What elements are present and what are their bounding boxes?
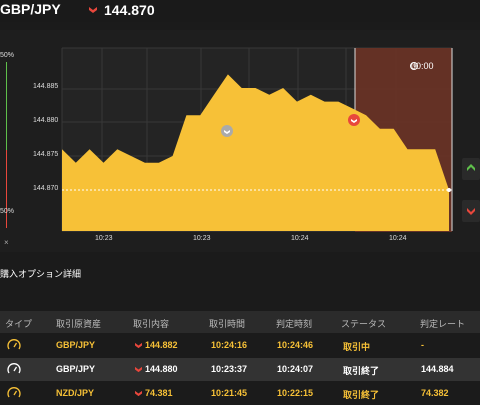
cell-status: 取引終了 [343, 390, 380, 400]
marker-gray [221, 125, 233, 137]
down-arrow-icon [467, 208, 475, 215]
side-bottom-pct: 50% [0, 208, 15, 215]
th-asset: 取引原資産 [56, 319, 102, 329]
y-tick-1: 144.885 [33, 83, 59, 90]
cell-rate: 144.884 [421, 364, 454, 374]
cell-price: 74.381 [145, 388, 173, 398]
th-type: タイプ [5, 319, 33, 329]
current-price-dot [447, 188, 451, 192]
chart-panel: 50% 50% × 144.885 144.880 144.875 144.87… [0, 30, 480, 252]
gauge-icon [7, 339, 21, 350]
down-arrow-icon [135, 366, 142, 373]
cell-time: 10:24:16 [211, 340, 248, 350]
x-tick-1: 10:23 [95, 235, 113, 242]
cell-status: 取引中 [343, 342, 371, 352]
y-tick-2: 144.880 [33, 117, 59, 124]
marker-red [348, 114, 360, 126]
call-button[interactable] [462, 158, 480, 180]
cell-price: 144.880 [145, 364, 178, 374]
table-header: タイプ 取引原資産 取引内容 取引時間 判定時刻 ステータス 判定レート [0, 311, 480, 333]
y-tick-3: 144.875 [33, 151, 59, 158]
side-top-pct: 50% [0, 52, 15, 59]
down-arrow-icon [135, 342, 142, 349]
sentiment-bar: 50% 50% × [0, 48, 14, 248]
gauge-icon [7, 363, 21, 374]
header-bar: GBP/JPY 144.870 [0, 0, 480, 22]
x-tick-3: 10:24 [291, 235, 309, 242]
x-tick-4: 10:24 [389, 235, 407, 242]
cell-asset: GBP/JPY [56, 364, 96, 374]
cell-time: 10:21:45 [211, 388, 248, 398]
current-price: 144.870 [104, 2, 155, 18]
y-tick-4: 144.870 [33, 185, 59, 192]
th-status: ステータス [341, 319, 387, 329]
cell-time: 10:23:37 [211, 364, 248, 374]
cell-judge: 10:24:46 [277, 340, 314, 350]
gauge-icon [7, 387, 21, 398]
up-bar [6, 62, 7, 150]
pair-title[interactable]: GBP/JPY [0, 1, 61, 17]
cell-asset: GBP/JPY [56, 340, 96, 350]
cell-rate: - [421, 340, 424, 350]
section-title: 購入オプション詳細 [0, 269, 82, 279]
th-rate: 判定レート [420, 319, 466, 329]
side-close-icon[interactable]: × [4, 238, 9, 247]
table-row[interactable]: GBP/JPY 144.880 10:23:37 10:24:07 取引終了 144.88… [0, 358, 480, 381]
x-tick-2: 10:23 [193, 235, 211, 242]
down-arrow-icon [135, 390, 142, 397]
up-arrow-icon [467, 164, 475, 171]
th-content: 取引内容 [133, 319, 170, 329]
down-arrow-icon [89, 7, 97, 13]
cell-judge: 10:22:15 [277, 388, 314, 398]
put-button[interactable] [462, 200, 480, 222]
price-chart[interactable] [0, 30, 480, 252]
cell-rate: 74.382 [421, 388, 449, 398]
th-judge: 判定時刻 [276, 319, 313, 329]
down-bar [6, 150, 7, 228]
cell-status: 取引終了 [343, 366, 380, 376]
th-time: 取引時間 [209, 319, 246, 329]
section-header: 購入オプション詳細 [0, 266, 480, 284]
cell-judge: 10:24:07 [277, 364, 314, 374]
table-row[interactable]: NZD/JPY 74.381 10:21:45 10:22:15 取引終了 74.382 [0, 382, 480, 405]
cell-price: 144.882 [145, 340, 178, 350]
cell-asset: NZD/JPY [56, 388, 95, 398]
timer: 00:00 [411, 61, 434, 71]
table-row[interactable]: GBP/JPY 144.882 10:24:16 10:24:46 取引中 - [0, 334, 480, 357]
